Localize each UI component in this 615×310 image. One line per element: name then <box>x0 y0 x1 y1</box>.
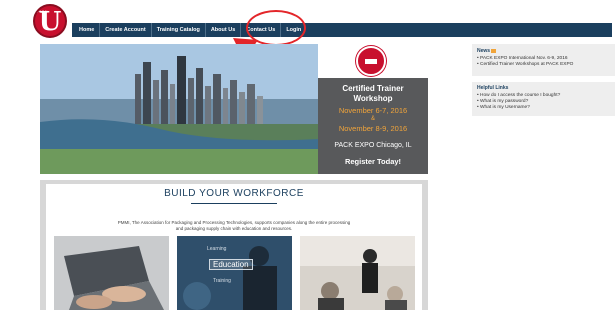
education-person-image <box>177 236 292 310</box>
workshop-promo-panel[interactable]: Certified Trainer Workshop November 6-7,… <box>318 44 428 174</box>
badge-area <box>318 44 428 78</box>
promo-title-line2: Workshop <box>353 94 393 103</box>
section-title: BUILD YOUR WORKFORCE <box>164 188 304 199</box>
education-label: Education <box>209 259 253 270</box>
title-divider <box>191 203 277 204</box>
edu-word-learning: Learning <box>207 246 227 252</box>
promo-date-1: November 6-7, 2016 <box>338 106 408 115</box>
hero-banner[interactable]: Certified Trainer Workshop November 6-7,… <box>40 44 428 174</box>
intro-text-line1: PMMI, The Association for Packaging and … <box>117 220 351 225</box>
certified-badge-icon <box>356 46 386 76</box>
tile-education-photo[interactable]: Learning Education Training <box>177 236 292 310</box>
badge-ribbon <box>365 59 377 64</box>
news-title: News <box>477 48 610 54</box>
logo-small-text: PMMI <box>37 9 48 14</box>
promo-title-line1: Certified Trainer <box>342 84 404 93</box>
main-content: BUILD YOUR WORKFORCE PMMI, The Associati… <box>40 180 428 310</box>
tile-laptop-photo[interactable] <box>54 236 169 310</box>
register-link[interactable]: Register Today! <box>318 157 428 166</box>
helpful-links-title: Helpful Links <box>477 85 509 91</box>
intro-text-line2: and packaging supply chain with educatio… <box>175 226 293 231</box>
promo-ampersand: & <box>370 116 375 122</box>
chicago-skyline-photo <box>40 44 320 174</box>
news-box: News • PACK EXPO International Nov. 6-9,… <box>472 44 615 76</box>
news-item[interactable]: • Certified Trainer Workshops at PACK EX… <box>477 62 610 68</box>
news-icon <box>491 48 497 53</box>
helpful-link[interactable]: • What is my Username? <box>477 105 610 111</box>
tile-meeting-photo[interactable] <box>300 236 415 310</box>
laptop-hands-image <box>54 236 169 310</box>
page: U PMMI Home Create Account Training Cata… <box>0 0 615 310</box>
nav-create-account[interactable]: Create Account <box>100 23 152 37</box>
helpful-links-box: Helpful Links • How do I access the cour… <box>472 82 615 116</box>
edu-word-training: Training <box>213 278 231 284</box>
content-card: BUILD YOUR WORKFORCE PMMI, The Associati… <box>46 184 422 310</box>
nav-home[interactable]: Home <box>74 23 101 37</box>
promo-location: PACK EXPO Chicago, IL <box>334 142 412 149</box>
promo-date-2: November 8-9, 2016 <box>338 124 408 133</box>
meeting-presentation-image <box>300 236 415 310</box>
main-nav: Home Create Account Training Catalog Abo… <box>72 23 612 37</box>
site-logo[interactable]: U PMMI <box>33 4 67 38</box>
